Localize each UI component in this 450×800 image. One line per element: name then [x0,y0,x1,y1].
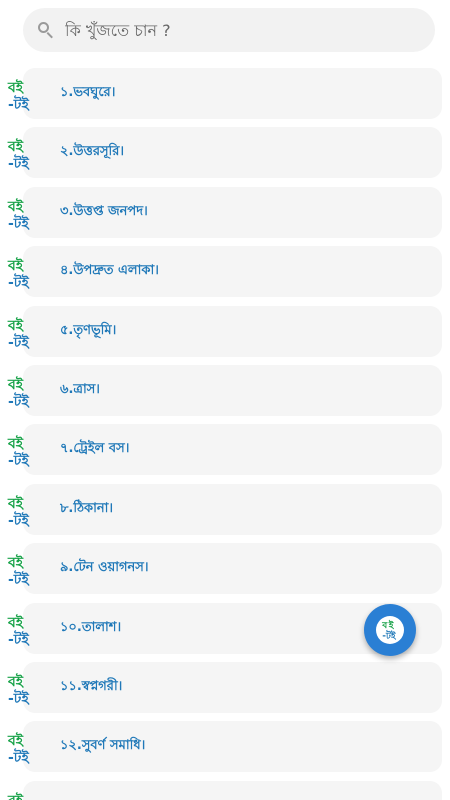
book-logo-icon: বই -টই [7,256,30,290]
book-logo-icon: বই -টই [7,434,30,468]
list-item[interactable]: ২.উত্তরসূরি। বই -টই [0,127,450,186]
svg-text:বই: বই [7,316,25,334]
fab-button[interactable]: ব ই -টই [364,604,416,656]
list-item-label: ৪.উপদ্রুত এলাকা। [60,263,159,279]
search-input[interactable] [65,20,405,40]
svg-text:-টই: -টই [8,273,30,290]
svg-text:-টই: -টই [8,333,30,350]
list-item-label: ২.উত্তরসূরি। [60,144,125,160]
list-item-label: ১০.তালাশ। [60,619,122,635]
list-item[interactable]: ৬.ত্রাস। বই -টই [0,364,450,424]
book-logo-icon: বই -টই [7,137,30,171]
list-item-card[interactable]: ১২.সুবর্ণ সমাধি। [23,721,442,773]
book-logo-icon: বই -টই [7,731,30,765]
list-item-label: ১১.স্বপ্নগরী। [60,678,123,694]
book-logo-icon: বই -টই [7,197,30,231]
list-item[interactable]: ১১.স্বপ্নগরী। বই -টই [0,661,450,721]
svg-text:বই: বই [7,553,25,571]
list-item-card[interactable]: ৩.উত্তপ্ত জনপদ। [23,186,442,238]
list-item[interactable]: ৮.ঠিকানা। বই -টই [0,483,450,543]
svg-text:-টই: -টই [8,511,30,528]
list-item[interactable]: ৩.উত্তপ্ত জনপদ। বই -টই [0,186,450,246]
svg-text:বই: বই [7,256,25,274]
svg-text:-টই: -টই [8,95,30,112]
svg-text:বই: বই [7,434,25,452]
book-logo-icon: বই -টই [7,613,30,647]
list-item-label: ১.ভবঘুরে। [60,85,116,100]
list-item[interactable]: ১২.সুবর্ণ সমাধি। বই -টই [0,721,450,780]
list-item-card[interactable]: ২.উত্তরসূরি। [23,127,442,179]
svg-text:-টই: -টই [8,154,30,171]
svg-text:ব: ব [381,621,388,631]
list-item[interactable]: ৪.উপদ্রুত এলাকা। বই -টই [0,246,450,305]
book-list: ১.ভবঘুরে। বই -টই ২.উত্তরসূরি। বই -টই ৩.উ… [0,68,450,800]
list-item-card[interactable]: ১১.স্বপ্নগরী। [23,661,442,713]
svg-text:বই: বই [7,375,25,393]
svg-text:বই: বই [7,197,25,215]
svg-text:বই: বই [7,731,25,749]
svg-text:-টই: -টই [8,630,30,647]
svg-text:ই: ই [388,619,395,631]
svg-text:বই: বই [7,672,25,690]
svg-text:বই: বই [7,791,25,800]
book-logo-icon: বই -টই [7,316,30,350]
list-item[interactable]: বই -টই [0,780,450,800]
list-item-label: ৬.ত্রাস। [60,381,100,397]
list-item-label: ৯.টেন ওয়াগনস। [60,560,149,576]
list-item-label: ৮.ঠিকানা। [60,500,114,516]
list-item-label: ৫.তৃণভূমি। [60,322,117,338]
app-logo-icon: ব ই -টই [376,616,404,644]
list-item-label: ৩.উত্তপ্ত জনপদ। [60,203,148,219]
svg-text:-টই: -টই [8,214,30,231]
svg-text:-টই: -টই [8,451,30,468]
list-item-card[interactable]: ৬.ত্রাস। [23,364,442,416]
list-item-label: ৭.ট্রেইল বস। [60,441,130,457]
svg-text:বই: বই [7,494,25,512]
book-logo-icon: বই -টই [7,672,30,706]
list-item-card[interactable]: ৭.ট্রেইল বস। [23,424,442,476]
list-item[interactable]: ১.ভবঘুরে। বই -টই [0,68,450,127]
list-item[interactable]: ৯.টেন ওয়াগনস। বই -টই [0,543,450,602]
book-logo-icon: বই -টই [7,791,25,800]
book-logo-icon: বই -টই [7,375,30,409]
list-item-label: ১২.সুবর্ণ সমাধি। [60,738,146,754]
list-item-card[interactable]: ৯.টেন ওয়াগনস। [23,543,442,595]
book-logo-icon: বই -টই [7,553,30,587]
list-item-card[interactable]: ৮.ঠিকানা। [23,483,442,535]
svg-text:-টই: -টই [8,392,30,409]
list-item-card[interactable]: ৫.তৃণভূমি। [23,305,442,357]
svg-text:-টই: -টই [8,570,30,587]
book-logo-icon: বই -টই [7,78,30,112]
search-bar[interactable] [23,8,435,52]
list-item-card[interactable]: ৪.উপদ্রুত এলাকা। [23,246,442,298]
list-item-card[interactable] [23,780,442,800]
svg-text:বই: বই [7,78,25,96]
list-item-card[interactable]: ১.ভবঘুরে। [23,68,442,119]
svg-text:বই: বই [7,613,25,631]
book-logo-icon: বই -টই [7,494,30,528]
search-icon [37,21,55,39]
list-item[interactable]: ৫.তৃণভূমি। বই -টই [0,305,450,365]
svg-text:-টই: -টই [8,689,30,706]
svg-text:-টই: -টই [8,748,30,765]
list-item[interactable]: ৭.ট্রেইল বস। বই -টই [0,424,450,483]
svg-text:বই: বই [7,137,25,155]
